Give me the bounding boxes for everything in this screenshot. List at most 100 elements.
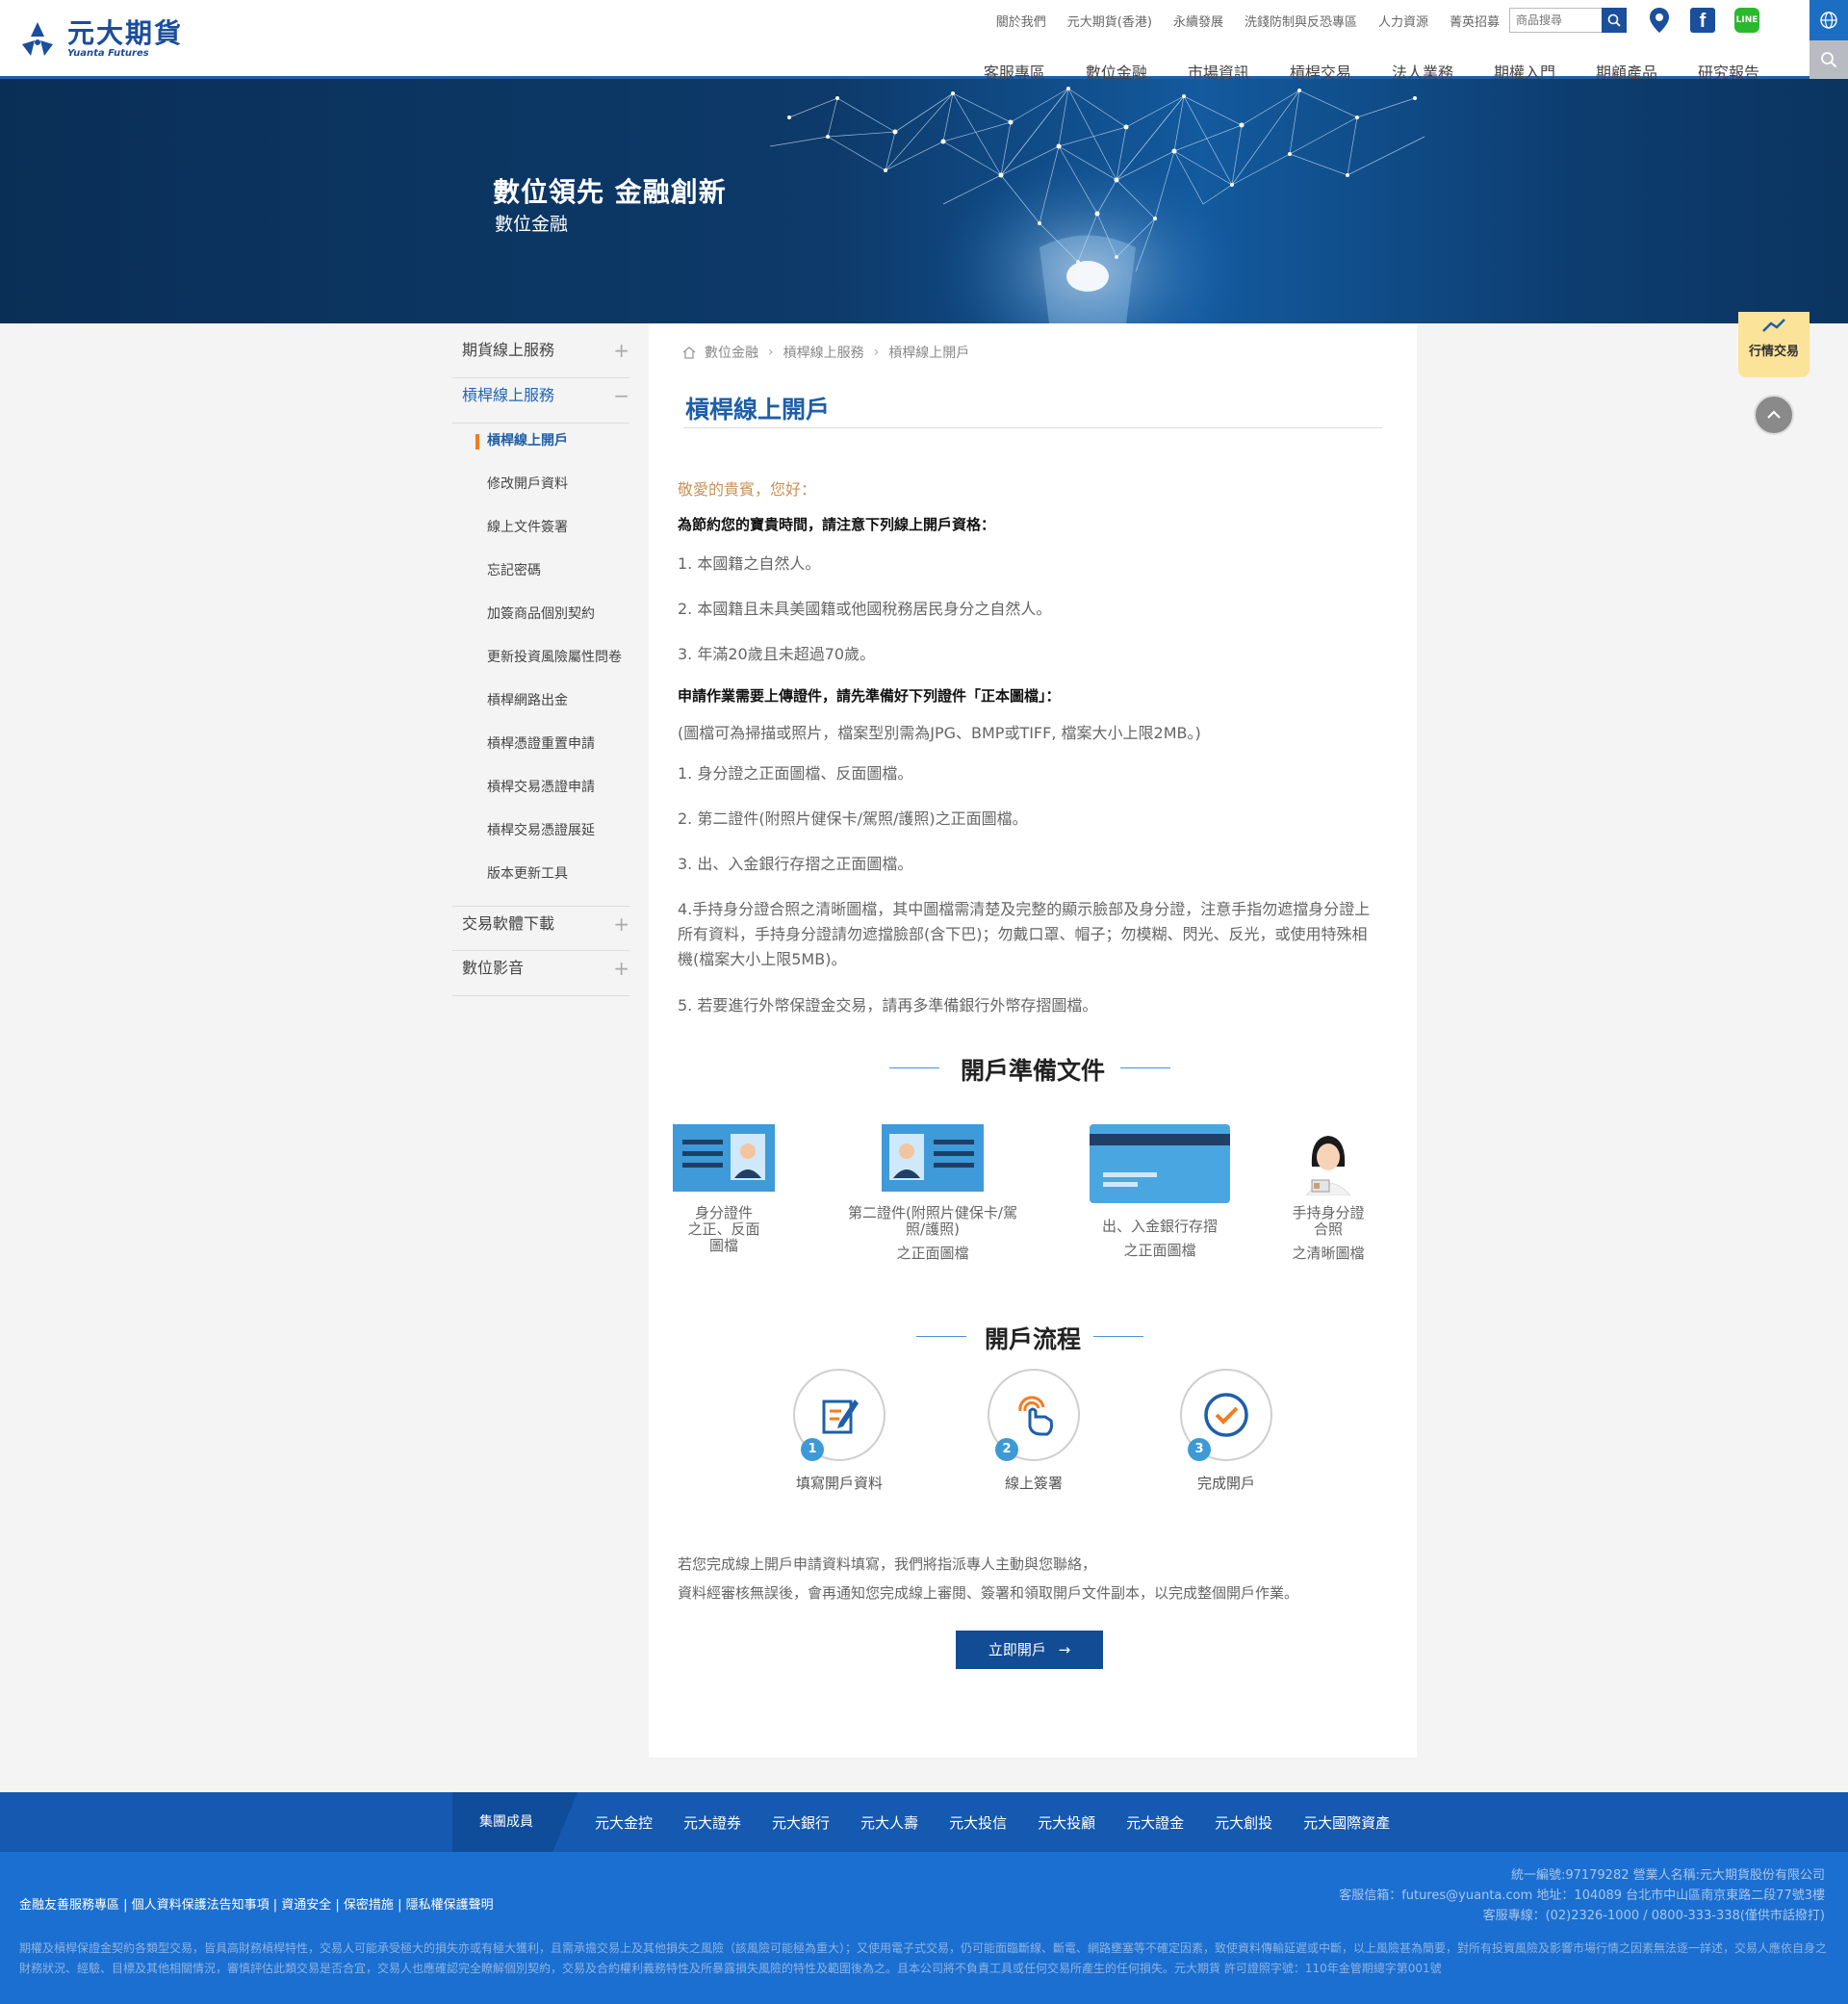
sidebar-sub-doc-sign[interactable]: 線上文件簽署 xyxy=(452,514,629,557)
search-button[interactable] xyxy=(1602,8,1627,33)
group-link[interactable]: 元大銀行 xyxy=(772,1812,830,1833)
prep-caption: 圖檔 xyxy=(708,1237,738,1254)
prep-item-bank-book: 出、入金銀行存摺 之正面圖檔 xyxy=(1090,1124,1230,1259)
language-button[interactable] xyxy=(1810,0,1848,40)
group-link[interactable]: 元大投信 xyxy=(949,1812,1007,1833)
sidebar-item-digital-media[interactable]: 數位影音 + xyxy=(452,951,629,996)
expand-icon[interactable]: + xyxy=(613,907,629,941)
quote-trading-label: 行情交易 xyxy=(1748,345,1799,359)
group-link[interactable]: 元大人壽 xyxy=(860,1812,918,1833)
group-link[interactable]: 元大創投 xyxy=(1215,1812,1272,1833)
group-link[interactable]: 元大證券 xyxy=(683,1812,741,1833)
sidebar-item-leverage-online[interactable]: 槓桿線上服務 − xyxy=(452,378,629,424)
cta-label: 立即開戶 xyxy=(988,1641,1046,1658)
documents-note: (圖檔可為掃描或照片，檔案型別需為JPG、BMP或TIFF, 檔案大小上限2MB… xyxy=(678,724,1201,742)
footer-disclaimer: 期權及槓桿保證金契約各類型交易，皆具高財務槓桿特性，交易人可能承受極大的損失亦或… xyxy=(19,1941,1828,1975)
footer-policy-links[interactable]: 金融友善服務專區 | 個人資料保護法告知事項 | 資通安全 | 保密措施 | 隱… xyxy=(19,1894,494,1913)
group-link[interactable]: 元大金控 xyxy=(595,1812,653,1833)
prep-caption: 之正、反面 xyxy=(687,1220,760,1238)
footer-company-line: 客服專線：(02)2326-1000 / 0800-333-338(僅供市話撥打… xyxy=(1482,1909,1825,1923)
step-number: 1 xyxy=(801,1438,824,1461)
top-link-aml[interactable]: 洗錢防制與反恐專區 xyxy=(1245,12,1357,30)
prep-item-selfie: 手持身分證 合照 之清晰圖檔 xyxy=(1280,1128,1376,1262)
group-link[interactable]: 元大國際資產 xyxy=(1303,1812,1390,1833)
top-link-recruit[interactable]: 菁英招募 xyxy=(1450,12,1500,30)
group-link[interactable]: 元大證金 xyxy=(1126,1812,1184,1833)
document-item: 2. 第二證件(附照片健保卡/駕照/護照)之正面圖檔。 xyxy=(678,809,1028,828)
network-lightbulb-graphic xyxy=(769,87,1425,323)
sidebar-item-futures-online[interactable]: 期貨線上服務 + xyxy=(452,333,629,378)
sidebar-sub-cert-apply[interactable]: 槓桿交易憑證申請 xyxy=(452,774,629,817)
section-rule xyxy=(1093,1336,1143,1337)
person-holding-id-icon xyxy=(1304,1136,1352,1196)
sidebar-sub-withdrawal[interactable]: 槓桿網路出金 xyxy=(452,687,629,731)
open-account-button[interactable]: 立即開戶 → xyxy=(956,1631,1103,1669)
sidebar-sub-cert-extend[interactable]: 槓桿交易憑證展延 xyxy=(452,817,629,861)
top-link-sustainability[interactable]: 永續發展 xyxy=(1173,12,1223,30)
expand-icon[interactable]: + xyxy=(613,951,629,986)
step-fill-form: 1 填寫開戶資料 xyxy=(772,1369,907,1493)
banner-title: 數位領先 金融創新 xyxy=(493,176,727,208)
prep-caption: 之正面圖檔 xyxy=(1123,1242,1196,1259)
logo-name: 元大期貨 xyxy=(67,17,184,49)
prep-section-title: 開戶準備文件 xyxy=(960,1057,1105,1085)
second-id-card-icon xyxy=(882,1124,984,1192)
facebook-icon[interactable]: f xyxy=(1690,8,1715,33)
footer-company-line: 客服信箱：futures@yuanta.com 地址：104089 台北市中山區… xyxy=(1339,1888,1825,1903)
breadcrumb-digital-finance[interactable]: 數位金融 xyxy=(705,343,758,362)
document-item: 5. 若要進行外幣保證金交易，請再多準備銀行外幣存摺圖檔。 xyxy=(678,996,1098,1015)
top-link-hk[interactable]: 元大期貨(香港) xyxy=(1067,12,1152,30)
check-circle-icon xyxy=(1204,1393,1248,1437)
expand-icon[interactable]: + xyxy=(613,333,629,368)
sidebar-sub-update-tool[interactable]: 版本更新工具 xyxy=(452,861,629,904)
document-item: 1. 身分證之正面圖檔、反面圖檔。 xyxy=(678,764,913,783)
collapse-icon[interactable]: − xyxy=(613,378,629,413)
sidebar-item-label: 交易軟體下載 xyxy=(462,914,555,933)
sidebar-item-software-download[interactable]: 交易軟體下載 + xyxy=(452,906,629,951)
group-members-bar: 集團成員 元大金控 元大證券 元大銀行 元大人壽 元大投信 元大投顧 元大證金 … xyxy=(0,1792,1848,1852)
prep-item-id-card: 身分證件 之正、反面 圖檔 xyxy=(673,1124,775,1254)
logo[interactable]: 元大期貨 Yuanta Futures xyxy=(17,19,183,60)
quote-trading-button[interactable]: 行情交易 xyxy=(1738,312,1810,377)
footer-company-info: 統一編號:97179282 營業人名稱:元大期貨股份有限公司 客服信箱：futu… xyxy=(1339,1865,1825,1926)
step-number: 3 xyxy=(1188,1438,1211,1461)
sidebar-submenu: 槓桿線上開戶 修改開戶資料 線上文件簽署 忘記密碼 加簽商品個別契約 更新投資風… xyxy=(452,424,629,906)
step-circle: 3 xyxy=(1180,1369,1272,1461)
step-label: 完成開戶 xyxy=(1196,1475,1255,1492)
flow-section-title: 開戶流程 xyxy=(984,1325,1081,1353)
sidebar-sub-risk-questionnaire[interactable]: 更新投資風險屬性問卷 xyxy=(452,644,629,687)
sidebar-sub-forgot-password[interactable]: 忘記密碼 xyxy=(452,557,629,601)
closing-text: 資料經審核無誤後，會再通知您完成線上審閱、簽署和領取開戶文件副本，以完成整個開戶… xyxy=(678,1584,1299,1602)
sidebar-sub-online-account[interactable]: 槓桿線上開戶 xyxy=(452,427,629,471)
search-icon xyxy=(1821,52,1837,68)
home-icon[interactable] xyxy=(681,346,697,359)
top-link-hr[interactable]: 人力資源 xyxy=(1378,12,1428,30)
line-icon[interactable]: LINE xyxy=(1734,8,1759,33)
prep-caption: 手持身分證 xyxy=(1292,1204,1365,1221)
title-divider xyxy=(683,427,1382,428)
page-title: 槓桿線上開戶 xyxy=(685,396,831,424)
prep-caption: 合照 xyxy=(1313,1220,1343,1238)
logo-name-en: Yuanta Futures xyxy=(67,48,149,59)
location-pin-icon[interactable] xyxy=(1646,6,1673,35)
search-input[interactable] xyxy=(1510,9,1603,32)
sidebar-nav: 期貨線上服務 + 槓桿線上服務 − 槓桿線上開戶 修改開戶資料 線上文件簽署 忘… xyxy=(452,333,629,996)
site-header: 元大期貨 Yuanta Futures 關於我們 元大期貨(香港) 永續發展 洗… xyxy=(0,0,1848,82)
group-link[interactable]: 元大投顧 xyxy=(1038,1812,1095,1833)
banner-subtitle: 數位金融 xyxy=(495,214,569,235)
breadcrumb-leverage-online[interactable]: 槓桿線上服務 xyxy=(783,343,864,362)
site-search-button[interactable] xyxy=(1810,40,1848,79)
sidebar-sub-modify-account[interactable]: 修改開戶資料 xyxy=(452,471,629,514)
globe-icon xyxy=(1820,12,1837,29)
section-rule xyxy=(1120,1067,1170,1068)
sidebar-sub-product-contract[interactable]: 加簽商品個別契約 xyxy=(452,601,629,644)
back-to-top-button[interactable] xyxy=(1754,395,1794,435)
step-label: 線上簽署 xyxy=(1004,1475,1063,1492)
chevron-up-icon xyxy=(1767,410,1781,419)
top-link-about[interactable]: 關於我們 xyxy=(996,12,1046,30)
sidebar-sub-cert-reset[interactable]: 槓桿憑證重置申請 xyxy=(452,731,629,774)
step-circle: 2 xyxy=(988,1369,1080,1461)
step-number: 2 xyxy=(995,1438,1018,1461)
greeting: 敬愛的貴賓，您好： xyxy=(678,480,817,499)
prep-caption: 第二證件(附照片健保卡/駕 xyxy=(848,1204,1017,1221)
